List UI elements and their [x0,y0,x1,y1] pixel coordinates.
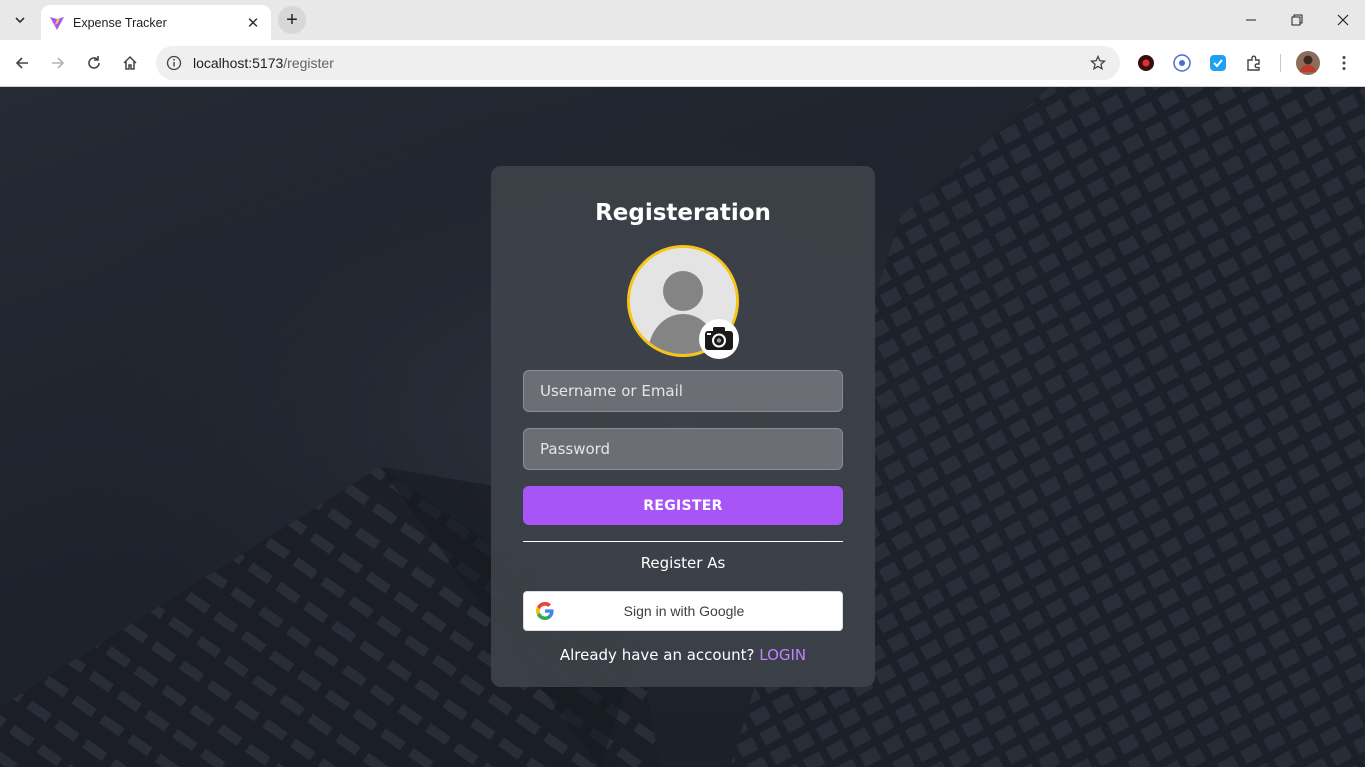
extensions-puzzle-icon[interactable] [1243,52,1265,74]
extension-check-icon[interactable] [1207,52,1229,74]
login-link[interactable]: LOGIN [759,646,806,664]
url-host: localhost:5173 [193,55,284,71]
url-path: /register [283,55,334,71]
reload-button[interactable] [79,48,109,78]
extension-record-icon[interactable] [1135,52,1157,74]
home-icon [123,55,137,70]
register-card: Registeration REGISTER Register As [491,166,875,687]
reload-icon [88,56,100,69]
google-sign-in-label: Sign in with Google [623,603,745,619]
page-title: Registeration [595,200,771,226]
username-email-input[interactable] [523,370,843,412]
restore-button[interactable] [1274,0,1320,40]
register-page: Registeration REGISTER Register As [0,87,1365,767]
google-sign-in-button[interactable]: Sign in with Google [523,591,843,631]
site-info-icon[interactable] [164,53,184,73]
browser-toolbar: localhost:5173/register [0,40,1365,87]
new-tab-button[interactable]: + [278,6,306,34]
divider [523,541,843,542]
toolbar-separator [1280,54,1281,72]
register-as-label: Register As [640,554,726,572]
extension-translate-icon[interactable] [1171,52,1193,74]
tab-title: Expense Tracker [73,15,167,30]
close-icon [1337,14,1349,26]
minimize-icon [1246,19,1256,21]
browser-tab[interactable]: Expense Tracker ✕ [41,5,271,40]
login-prompt-row: Already have an account? LOGIN [491,646,875,664]
minimize-button[interactable] [1228,0,1274,40]
forward-button[interactable] [43,48,73,78]
vite-favicon-icon [49,15,65,31]
browser-menu-icon[interactable] [1333,52,1355,74]
upload-photo-button[interactable] [699,319,739,359]
tab-search-button[interactable] [6,8,34,32]
bookmark-star-icon[interactable] [1088,53,1108,73]
address-bar[interactable]: localhost:5173/register [156,46,1120,80]
close-window-button[interactable] [1320,0,1365,40]
camera-icon [705,327,733,350]
arrow-right-icon [52,57,65,69]
home-button[interactable] [115,48,145,78]
url-text: localhost:5173/register [193,55,334,71]
password-input[interactable] [523,428,843,470]
register-button[interactable]: REGISTER [523,486,843,525]
restore-icon [1291,14,1303,26]
login-prompt-text: Already have an account? [559,646,755,664]
back-button[interactable] [7,48,37,78]
arrow-left-icon [15,57,28,69]
tab-strip: Expense Tracker ✕ + [0,0,1365,40]
tab-close-icon[interactable]: ✕ [243,13,263,33]
profile-avatar[interactable] [1296,51,1320,75]
chevron-down-icon [15,17,25,24]
